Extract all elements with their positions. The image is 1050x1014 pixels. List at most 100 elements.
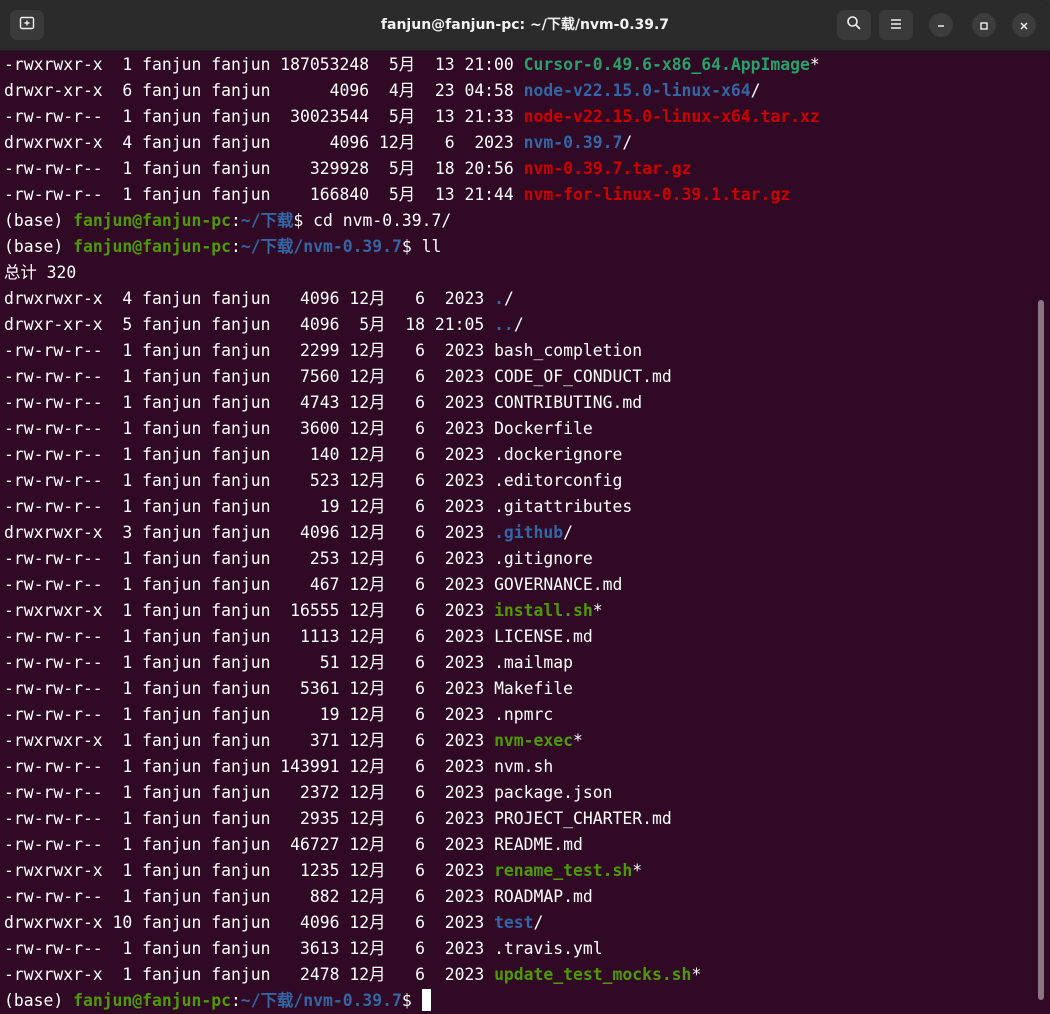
listing-row: -rw-rw-r-- 1 fanjun fanjun 30023544 5月 1… — [0, 104, 1036, 130]
file-name: .travis.yml — [494, 939, 603, 958]
file-name: nvm-exec — [494, 731, 574, 750]
file-metadata: -rw-rw-r-- 1 fanjun fanjun 3600 12月 6 20… — [4, 419, 495, 438]
file-metadata: -rw-rw-r-- 1 fanjun fanjun 467 12月 6 202… — [4, 575, 495, 594]
file-type-indicator: / — [750, 81, 761, 100]
file-name: package.json — [494, 783, 613, 802]
new-tab-button[interactable] — [10, 10, 44, 40]
file-name: LICENSE.md — [494, 627, 593, 646]
conda-env: (base) — [4, 237, 74, 256]
file-metadata: -rw-rw-r-- 1 fanjun fanjun 1113 12月 6 20… — [4, 627, 495, 646]
listing-row: drwxrwxr-x 10 fanjun fanjun 4096 12月 6 2… — [0, 910, 1036, 936]
file-metadata: drwxrwxr-x 4 fanjun fanjun 4096 12月 6 20… — [4, 289, 495, 308]
close-button[interactable] — [1012, 13, 1036, 37]
search-button[interactable] — [837, 10, 871, 40]
listing-row: -rw-rw-r-- 1 fanjun fanjun 143991 12月 6 … — [0, 754, 1036, 780]
file-name: node-v22.15.0-linux-x64.tar.xz — [523, 107, 820, 126]
file-name: node-v22.15.0-linux-x64 — [523, 81, 751, 100]
menu-button[interactable] — [879, 10, 913, 40]
file-name: PROJECT_CHARTER.md — [494, 809, 672, 828]
file-metadata: -rw-rw-r-- 1 fanjun fanjun 2372 12月 6 20… — [4, 783, 495, 802]
listing-row: -rw-rw-r-- 1 fanjun fanjun 19 12月 6 2023… — [0, 494, 1036, 520]
file-metadata: -rw-rw-r-- 1 fanjun fanjun 143991 12月 6 … — [4, 757, 495, 776]
file-metadata: -rw-rw-r-- 1 fanjun fanjun 523 12月 6 202… — [4, 471, 495, 490]
title-bar: fanjun@fanjun-pc: ~/下载/nvm-0.39.7 — [0, 0, 1050, 51]
file-name: nvm.sh — [494, 757, 554, 776]
scrollbar-thumb[interactable] — [1038, 300, 1044, 1000]
file-name: . — [494, 289, 504, 308]
prompt-line-cd: (base) fanjun@fanjun-pc:~/下载$ cd nvm-0.3… — [0, 208, 1036, 234]
file-name: Dockerfile — [494, 419, 593, 438]
minimize-button[interactable] — [929, 13, 953, 37]
maximize-button[interactable] — [972, 13, 996, 37]
file-metadata: -rw-rw-r-- 1 fanjun fanjun 140 12月 6 202… — [4, 445, 495, 464]
file-metadata: -rw-rw-r-- 1 fanjun fanjun 329928 5月 18 … — [4, 159, 524, 178]
file-name: nvm-for-linux-0.39.1.tar.gz — [523, 185, 791, 204]
prompt-path: ~/下载/nvm-0.39.7 — [240, 237, 402, 256]
file-type-indicator: * — [592, 601, 603, 620]
listing-row: drwxr-xr-x 6 fanjun fanjun 4096 4月 23 04… — [0, 78, 1036, 104]
total-line: 总计 320 — [4, 263, 77, 282]
file-metadata: -rwxrwxr-x 1 fanjun fanjun 371 12月 6 202… — [4, 731, 495, 750]
listing-row: -rwxrwxr-x 1 fanjun fanjun 1235 12月 6 20… — [0, 858, 1036, 884]
listing-row: -rw-rw-r-- 1 fanjun fanjun 1113 12月 6 20… — [0, 624, 1036, 650]
prompt-path: ~/下载/nvm-0.39.7 — [240, 991, 402, 1010]
file-name: CONTRIBUTING.md — [494, 393, 643, 412]
listing-row: -rwxrwxr-x 1 fanjun fanjun 2478 12月 6 20… — [0, 962, 1036, 988]
minimize-icon — [936, 16, 946, 35]
prompt-user: fanjun@fanjun-pc — [73, 237, 231, 256]
listing-row: drwxr-xr-x 5 fanjun fanjun 4096 5月 18 21… — [0, 312, 1036, 338]
file-name: .github — [494, 523, 564, 542]
prompt-line-ll: (base) fanjun@fanjun-pc:~/下载/nvm-0.39.7$… — [0, 234, 1036, 260]
maximize-icon — [979, 16, 989, 35]
file-type-indicator: * — [632, 861, 643, 880]
file-metadata: drwxrwxr-x 10 fanjun fanjun 4096 12月 6 2… — [4, 913, 495, 932]
terminal-output[interactable]: -rwxrwxr-x 1 fanjun fanjun 187053248 5月 … — [0, 52, 1036, 1014]
file-type-indicator: / — [563, 523, 574, 542]
file-type-indicator: / — [503, 289, 514, 308]
prompt-user: fanjun@fanjun-pc — [73, 211, 231, 230]
file-type-indicator: / — [533, 913, 544, 932]
file-name: .dockerignore — [494, 445, 623, 464]
file-metadata: -rw-rw-r-- 1 fanjun fanjun 46727 12月 6 2… — [4, 835, 495, 854]
file-name: install.sh — [494, 601, 593, 620]
listing-row: -rw-rw-r-- 1 fanjun fanjun 166840 5月 13 … — [0, 182, 1036, 208]
search-icon — [846, 15, 862, 35]
window-title: fanjun@fanjun-pc: ~/下载/nvm-0.39.7 — [380, 17, 670, 33]
command-text: ll — [421, 237, 442, 256]
listing-row: -rwxrwxr-x 1 fanjun fanjun 16555 12月 6 2… — [0, 598, 1036, 624]
listing-row: -rw-rw-r-- 1 fanjun fanjun 3600 12月 6 20… — [0, 416, 1036, 442]
listing-row: -rw-rw-r-- 1 fanjun fanjun 523 12月 6 202… — [0, 468, 1036, 494]
file-name: .mailmap — [494, 653, 574, 672]
listing-row: -rw-rw-r-- 1 fanjun fanjun 467 12月 6 202… — [0, 572, 1036, 598]
prompt-colon: : — [230, 211, 241, 230]
file-metadata: drwxr-xr-x 5 fanjun fanjun 4096 5月 18 21… — [4, 315, 495, 334]
prompt-line-current[interactable]: (base) fanjun@fanjun-pc:~/下载/nvm-0.39.7$ — [0, 988, 1036, 1014]
terminal-window: fanjun@fanjun-pc: ~/下载/nvm-0.39.7 -rwxrw… — [0, 0, 1050, 1014]
file-name: .npmrc — [494, 705, 554, 724]
file-metadata: drwxrwxr-x 4 fanjun fanjun 4096 12月 6 20… — [4, 133, 524, 152]
file-name: nvm-0.39.7.tar.gz — [523, 159, 692, 178]
file-metadata: -rw-rw-r-- 1 fanjun fanjun 19 12月 6 2023 — [4, 497, 495, 516]
listing-row: -rw-rw-r-- 1 fanjun fanjun 7560 12月 6 20… — [0, 364, 1036, 390]
file-name: README.md — [494, 835, 583, 854]
file-name: Cursor-0.49.6-x86_64.AppImage — [523, 55, 810, 74]
prompt-dollar: $ — [293, 211, 314, 230]
file-name: bash_completion — [494, 341, 643, 360]
prompt-dollar: $ — [401, 991, 422, 1010]
prompt-path: ~/下载 — [240, 211, 294, 230]
prompt-colon: : — [230, 991, 241, 1010]
file-metadata: -rw-rw-r-- 1 fanjun fanjun 253 12月 6 202… — [4, 549, 495, 568]
listing-row: -rw-rw-r-- 1 fanjun fanjun 46727 12月 6 2… — [0, 832, 1036, 858]
listing-row: -rw-rw-r-- 1 fanjun fanjun 2299 12月 6 20… — [0, 338, 1036, 364]
file-metadata: drwxr-xr-x 6 fanjun fanjun 4096 4月 23 04… — [4, 81, 524, 100]
file-name: .. — [494, 315, 514, 334]
file-name: update_test_mocks.sh — [494, 965, 692, 984]
prompt-colon: : — [230, 237, 241, 256]
file-metadata: -rw-rw-r-- 1 fanjun fanjun 166840 5月 13 … — [4, 185, 524, 204]
file-type-indicator: * — [691, 965, 702, 984]
file-metadata: -rw-rw-r-- 1 fanjun fanjun 2299 12月 6 20… — [4, 341, 495, 360]
file-type-indicator: / — [513, 315, 524, 334]
listing-row: -rw-rw-r-- 1 fanjun fanjun 51 12月 6 2023… — [0, 650, 1036, 676]
file-metadata: -rw-rw-r-- 1 fanjun fanjun 7560 12月 6 20… — [4, 367, 495, 386]
file-metadata: -rw-rw-r-- 1 fanjun fanjun 882 12月 6 202… — [4, 887, 495, 906]
